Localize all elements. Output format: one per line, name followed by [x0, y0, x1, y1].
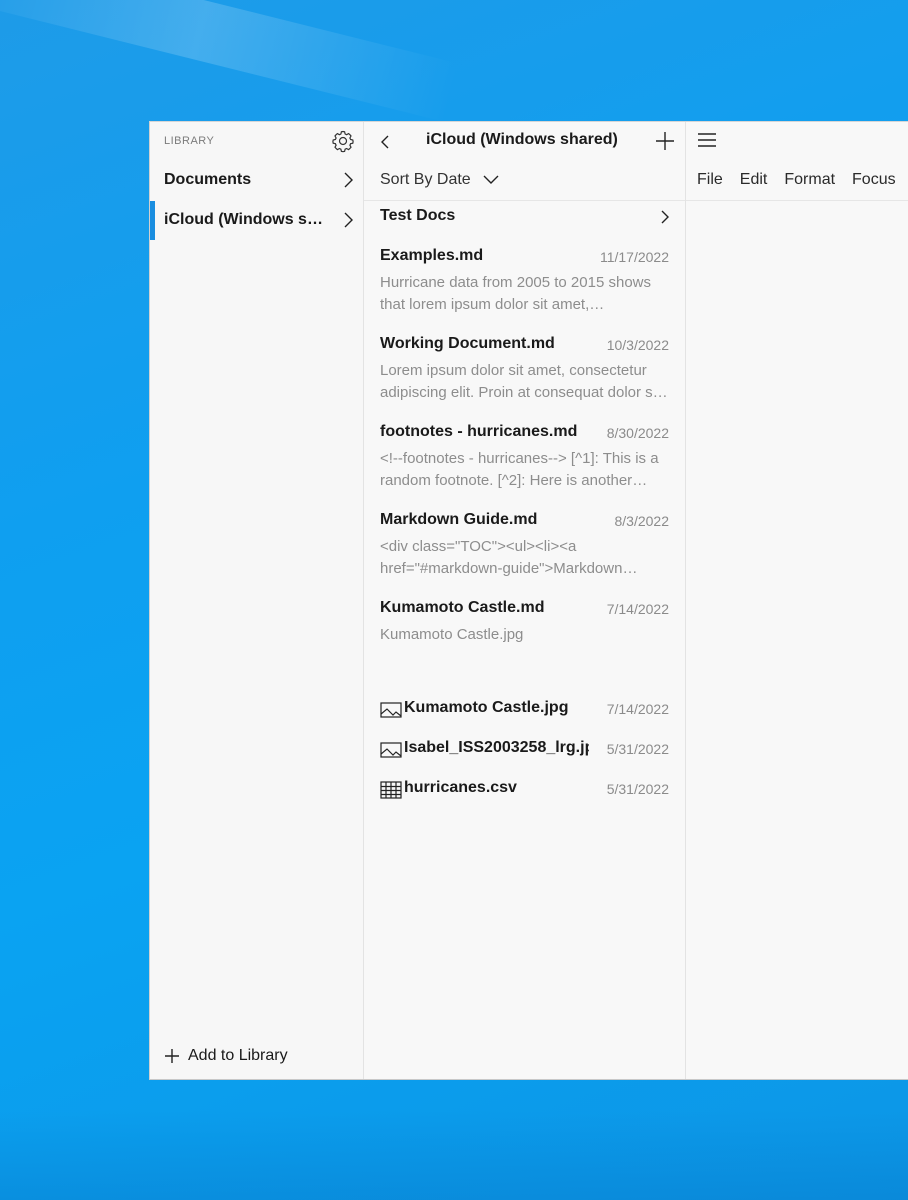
menu-edit[interactable]: Edit: [740, 171, 768, 189]
menu-file[interactable]: File: [697, 171, 723, 189]
asset-name: hurricanes.csv: [404, 779, 517, 796]
hamburger-menu-icon[interactable]: [698, 132, 716, 148]
library-header: LIBRARY: [150, 122, 363, 160]
document-date: 10/3/2022: [606, 337, 669, 353]
document-date: 8/3/2022: [614, 513, 670, 529]
library-title: LIBRARY: [164, 135, 215, 147]
asset-item[interactable]: Isabel_ISS2003258_lrg.jpg 5/31/2022: [364, 729, 685, 769]
asset-date: 5/31/2022: [606, 781, 669, 797]
menu-format[interactable]: Format: [784, 171, 835, 189]
desktop-shadow: [0, 1110, 908, 1200]
new-document-plus-icon[interactable]: [655, 131, 675, 151]
document-preview: Hurricane data from 2005 to 2015 shows t…: [380, 274, 651, 313]
document-name: Working Document.md: [380, 335, 555, 352]
document-preview: Lorem ipsum dolor sit amet, consectetur …: [380, 362, 661, 401]
editor-pane: File Edit Format Focus: [686, 122, 908, 1079]
document-preview: Kumamoto Castle.jpg: [380, 626, 524, 643]
document-name: Kumamoto Castle.md: [380, 599, 545, 616]
add-to-library-button[interactable]: Add to Library: [164, 1045, 288, 1067]
desktop-light-streak: [0, 0, 460, 123]
library-item-label: Documents: [164, 171, 252, 188]
document-name: Markdown Guide.md: [380, 511, 538, 528]
library-pane: LIBRARY Documents iCloud (Windows shared…: [150, 122, 364, 1079]
asset-item[interactable]: Kumamoto Castle.jpg 7/14/2022: [364, 689, 685, 729]
document-item[interactable]: Working Document.md 10/3/2022 Lorem ipsu…: [364, 323, 685, 411]
app-window: LIBRARY Documents iCloud (Windows shared…: [149, 121, 908, 1080]
chevron-right-icon: [344, 172, 353, 188]
document-item[interactable]: footnotes - hurricanes.md 8/30/2022 <!--…: [364, 411, 685, 499]
sort-label: Sort By Date: [380, 171, 471, 188]
file-list-header: iCloud (Windows shared): [364, 122, 685, 160]
editor-header: [686, 122, 908, 160]
menu-bar: File Edit Format Focus: [686, 160, 908, 201]
chevron-down-icon: [483, 175, 499, 184]
document-preview: <!--footnotes - hurricanes--> [^1]: This…: [380, 450, 659, 489]
plus-icon: [165, 1049, 179, 1063]
asset-date: 7/14/2022: [606, 701, 669, 717]
asset-name: Kumamoto Castle.jpg: [404, 699, 569, 716]
library-item-label: iCloud (Windows shared): [164, 211, 329, 228]
image-icon: [380, 702, 402, 718]
subfolder-label: Test Docs: [380, 207, 456, 224]
document-preview: <div class="TOC"><ul><li><a href="#markd…: [380, 538, 623, 577]
chevron-right-icon: [344, 212, 353, 228]
library-item-icloud[interactable]: iCloud (Windows shared): [150, 200, 363, 240]
document-item[interactable]: Kumamoto Castle.md 7/14/2022 Kumamoto Ca…: [364, 587, 685, 689]
file-list-pane: iCloud (Windows shared) Sort By Date Tes…: [364, 122, 686, 1079]
table-icon: [380, 781, 402, 799]
chevron-right-icon: [661, 210, 669, 224]
image-icon: [380, 742, 402, 758]
document-name: footnotes - hurricanes.md: [380, 423, 578, 440]
document-date: 7/14/2022: [606, 601, 669, 617]
asset-item[interactable]: hurricanes.csv 5/31/2022: [364, 769, 685, 809]
menu-focus[interactable]: Focus: [852, 171, 896, 189]
asset-date: 5/31/2022: [606, 741, 669, 757]
document-item[interactable]: Examples.md 11/17/2022 Hurricane data fr…: [364, 235, 685, 323]
selection-indicator: [150, 201, 155, 240]
subfolder-test-docs[interactable]: Test Docs: [364, 201, 685, 235]
library-item-documents[interactable]: Documents: [150, 160, 363, 200]
sort-dropdown[interactable]: Sort By Date: [364, 160, 685, 201]
document-date: 11/17/2022: [599, 249, 669, 265]
document-item[interactable]: Markdown Guide.md 8/3/2022 <div class="T…: [364, 499, 685, 587]
add-to-library-label: Add to Library: [188, 1047, 288, 1064]
document-date: 8/30/2022: [606, 425, 669, 441]
asset-name: Isabel_ISS2003258_lrg.jpg: [404, 739, 589, 756]
gear-icon[interactable]: [331, 129, 355, 153]
folder-title: iCloud (Windows shared): [426, 131, 618, 148]
back-arrow-icon[interactable]: [378, 132, 392, 152]
document-name: Examples.md: [380, 247, 484, 264]
